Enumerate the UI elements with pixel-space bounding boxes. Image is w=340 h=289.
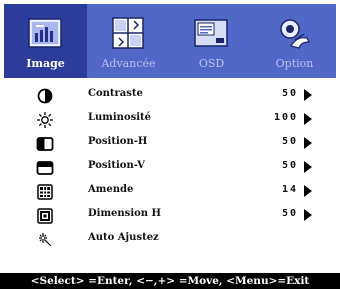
tab-image[interactable]: Image <box>4 4 87 78</box>
tab-option-label: Option <box>275 57 314 70</box>
arrow-right-icon[interactable] <box>303 161 312 173</box>
arrow-right-icon[interactable] <box>303 113 312 125</box>
tab-advanced[interactable]: Advancée <box>87 4 170 78</box>
item-fine-label: Amende <box>88 184 134 195</box>
contrast-icon <box>37 88 53 104</box>
tab-bar: Image Advancée OSD Option <box>4 4 336 78</box>
item-h-size-label: Dimension H <box>88 208 161 219</box>
tab-osd[interactable]: OSD <box>170 4 253 78</box>
image-icon <box>28 18 62 48</box>
item-v-position-value: 50 <box>281 160 298 171</box>
auto-adjust-icon <box>39 233 52 247</box>
option-hand-icon <box>280 19 310 49</box>
osd-icon <box>194 19 228 47</box>
item-h-position-label: Position-H <box>88 136 148 147</box>
item-auto-adjust[interactable]: Auto Ajustez <box>0 228 340 252</box>
item-contrast[interactable]: Contraste 50 <box>0 84 340 108</box>
h-position-icon <box>36 137 54 151</box>
tab-image-label: Image <box>26 57 65 70</box>
tab-osd-label: OSD <box>198 57 225 70</box>
item-fine[interactable]: Amende 14 <box>0 180 340 204</box>
item-v-position[interactable]: Position-V 50 <box>0 156 340 180</box>
item-brightness-value: 100 <box>273 112 298 123</box>
item-h-position-value: 50 <box>281 136 298 147</box>
item-v-position-label: Position-V <box>88 160 145 171</box>
tab-option[interactable]: Option <box>253 4 336 78</box>
arrow-right-icon[interactable] <box>303 137 312 149</box>
item-fine-value: 14 <box>281 184 298 195</box>
item-h-size-value: 50 <box>281 208 298 219</box>
item-contrast-value: 50 <box>281 88 298 99</box>
item-h-position[interactable]: Position-H 50 <box>0 132 340 156</box>
v-position-icon <box>36 161 54 175</box>
tab-advanced-label: Advancée <box>101 57 156 70</box>
item-brightness-label: Luminosité <box>88 112 152 123</box>
item-h-size[interactable]: Dimension H 50 <box>0 204 340 228</box>
status-bar: <Select> =Enter, <−,+> =Move, <Menu>=Exi… <box>0 273 340 289</box>
h-size-icon <box>37 208 53 224</box>
brightness-icon <box>37 112 53 128</box>
item-contrast-label: Contraste <box>88 88 143 99</box>
osd-menu: Image Advancée OSD Option Contraste 50 L… <box>0 0 340 289</box>
fine-tune-icon <box>37 184 53 200</box>
item-auto-adjust-label: Auto Ajustez <box>88 232 159 243</box>
advanced-icon <box>112 17 144 49</box>
arrow-right-icon[interactable] <box>303 89 312 101</box>
item-brightness[interactable]: Luminosité 100 <box>0 108 340 132</box>
arrow-right-icon[interactable] <box>303 209 312 221</box>
arrow-right-icon[interactable] <box>303 185 312 197</box>
